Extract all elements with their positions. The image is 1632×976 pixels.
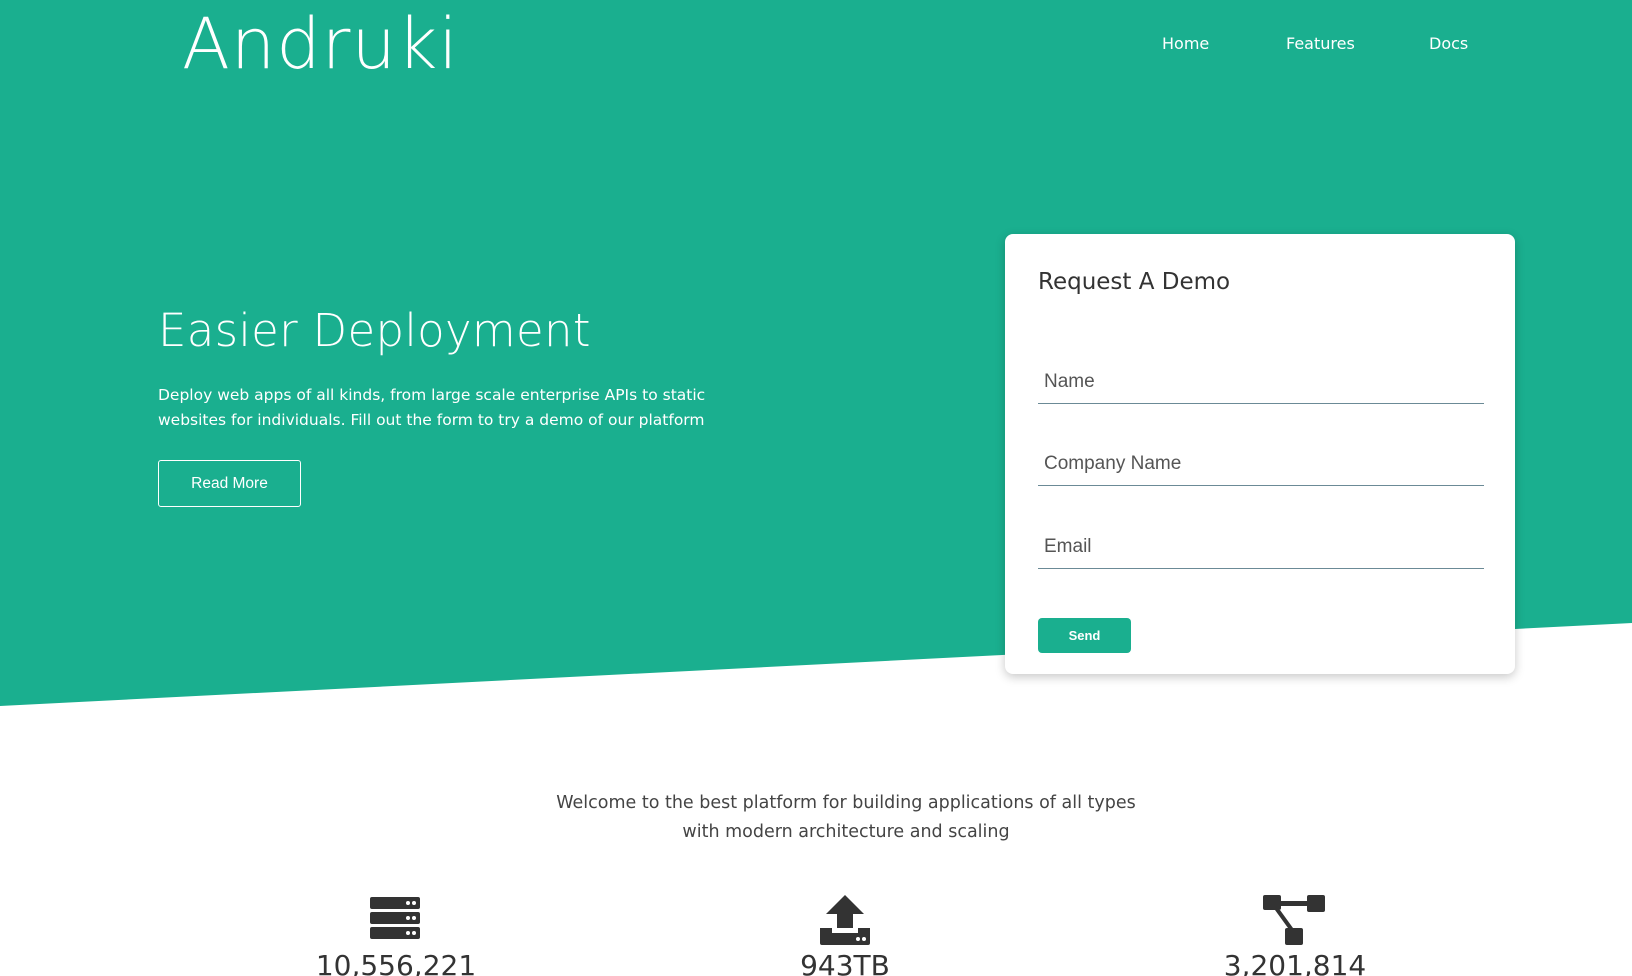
sitemap-icon <box>1263 895 1325 945</box>
welcome-text: Welcome to the best platform for buildin… <box>516 789 1176 847</box>
company-name-input[interactable] <box>1038 442 1484 486</box>
welcome-line-1: Welcome to the best platform for buildin… <box>556 793 1136 813</box>
stat-value-storage: 943TB <box>800 949 890 976</box>
email-input[interactable] <box>1038 525 1484 569</box>
nav-link-home[interactable]: Home <box>1162 32 1209 56</box>
hero-description: Deploy web apps of all kinds, from large… <box>158 386 706 429</box>
main-nav: Home Features Docs <box>0 32 1632 56</box>
demo-form-title: Request A Demo <box>1038 269 1231 295</box>
read-more-button[interactable]: Read More <box>158 460 301 507</box>
send-button[interactable]: Send <box>1038 618 1131 653</box>
server-icon <box>370 897 420 939</box>
welcome-line-2: with modern architecture and scaling <box>682 822 1010 842</box>
nav-link-docs[interactable]: Docs <box>1429 32 1468 56</box>
landing-page: Andruki Home Features Docs Easier Deploy… <box>0 0 1632 976</box>
hero-title: Easier Deployment <box>158 304 591 357</box>
stat-value-deployments: 3,201,814 <box>1223 949 1367 976</box>
nav-link-features[interactable]: Features <box>1286 32 1355 56</box>
stat-value-requests: 10,556,221 <box>315 949 477 976</box>
upload-icon <box>820 895 870 945</box>
name-input[interactable] <box>1038 360 1484 404</box>
